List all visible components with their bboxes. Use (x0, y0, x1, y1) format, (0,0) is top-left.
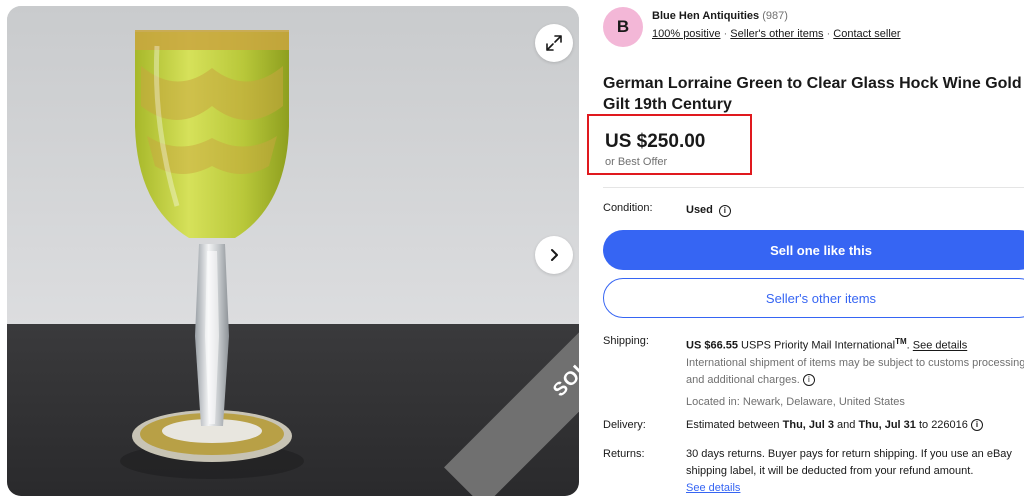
returns-value: 30 days returns. Buyer pays for return s… (686, 446, 1024, 497)
item-price: US $250.00 (605, 131, 706, 152)
separator: · (826, 28, 831, 40)
seller-links: 100% positive · Seller's other items · C… (652, 28, 901, 40)
seller-feedback-count[interactable]: (987) (762, 10, 788, 22)
seller-name-line: Blue Hen Antiquities (987) (652, 10, 788, 22)
info-icon[interactable]: i (802, 373, 815, 386)
chevron-right-icon (551, 249, 558, 261)
contact-seller-link[interactable]: Contact seller (833, 28, 900, 40)
returns-label: Returns: (603, 448, 645, 460)
delivery-prefix: Estimated between (686, 419, 783, 431)
shipping-see-details-link[interactable]: See details (913, 340, 967, 352)
returns-see-details-link[interactable]: See details (686, 482, 740, 494)
best-offer-label: or Best Offer (605, 156, 668, 168)
shipping-amount: US $66.55 (686, 339, 738, 352)
info-icon[interactable]: i (970, 419, 983, 432)
image-gallery[interactable]: SOLD (7, 6, 579, 496)
seller-avatar[interactable]: B (603, 7, 643, 47)
separator: · (723, 28, 728, 40)
sellers-other-items-button[interactable]: Seller's other items (603, 278, 1024, 318)
sell-one-like-this-button[interactable]: Sell one like this (603, 230, 1024, 270)
delivery-date-start: Thu, Jul 3 (782, 419, 834, 431)
positive-feedback-link[interactable]: 100% positive (652, 28, 721, 40)
delivery-date-end: Thu, Jul 31 (858, 419, 916, 431)
shipping-note: International shipment of items may be s… (686, 355, 1024, 389)
shipping-line: US $66.55 USPS Priority Mail Internation… (686, 333, 1024, 355)
item-location: Located in: Newark, Delaware, United Sta… (686, 395, 905, 408)
delivery-and: and (833, 419, 859, 431)
expand-icon (546, 35, 562, 51)
shipping-service: USPS Priority Mail International (737, 339, 896, 352)
seller-name[interactable]: Blue Hen Antiquities (652, 10, 759, 22)
delivery-value: Estimated between Thu, Jul 3 and Thu, Ju… (686, 417, 1024, 434)
condition-value: Used i (686, 202, 731, 219)
info-icon[interactable]: i (718, 204, 731, 217)
price-highlight-box: US $250.00 or Best Offer (587, 114, 752, 175)
listing-details: B Blue Hen Antiquities (987) 100% positi… (587, 0, 1024, 504)
sellers-other-items-link[interactable]: Seller's other items (730, 28, 823, 40)
trademark: TM (895, 337, 907, 346)
expand-image-button[interactable] (535, 24, 573, 62)
next-image-button[interactable] (535, 236, 573, 274)
divider (603, 187, 1024, 188)
condition-text: Used (686, 204, 713, 216)
delivery-label: Delivery: (603, 419, 646, 431)
returns-text: 30 days returns. Buyer pays for return s… (686, 448, 1012, 477)
condition-label: Condition: (603, 202, 653, 214)
seller-info: B Blue Hen Antiquities (987) 100% positi… (603, 7, 1024, 47)
shipping-value: US $66.55 USPS Priority Mail Internation… (686, 333, 1024, 411)
delivery-to: to 226016 (915, 419, 968, 431)
shipping-label: Shipping: (603, 335, 649, 347)
item-title: German Lorraine Green to Clear Glass Hoc… (603, 75, 1022, 113)
shipping-note-text: International shipment of items may be s… (686, 356, 1024, 386)
